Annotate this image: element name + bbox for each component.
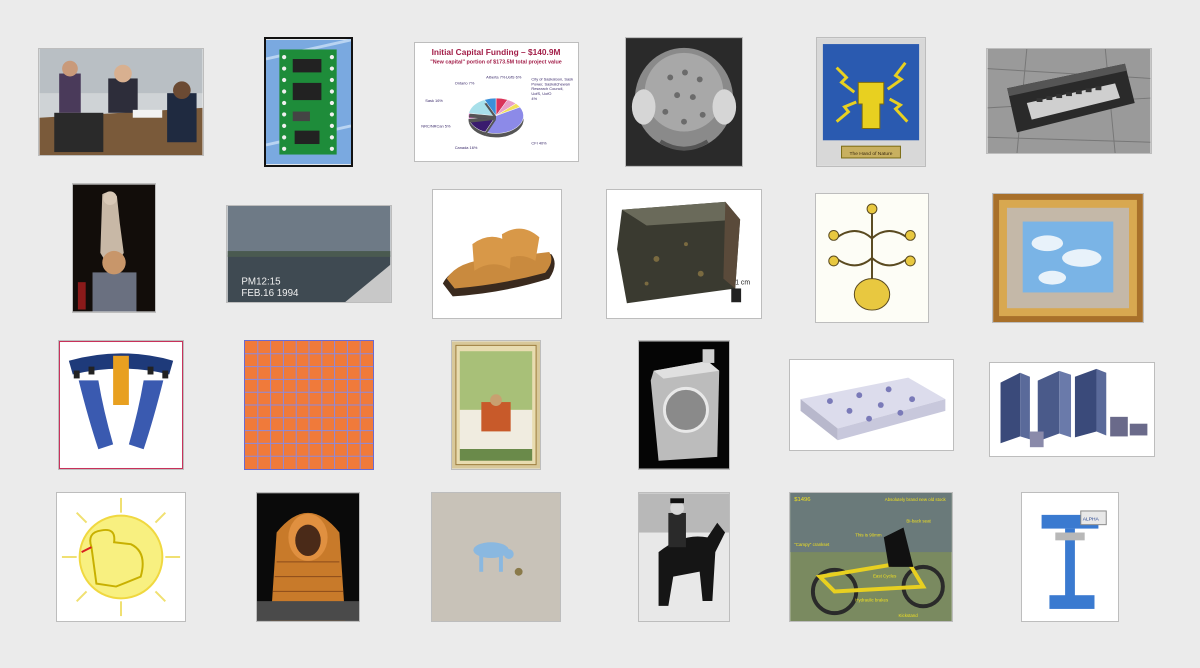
thumb-server-racks[interactable] <box>989 362 1155 457</box>
statue-man-image <box>73 184 155 312</box>
boat-video-image: PM12:15 FEB.16 1994 <box>227 206 391 302</box>
thumb-indian-miniature[interactable] <box>451 340 541 470</box>
thumb-rock-sample[interactable]: 1 cm <box>606 189 762 319</box>
thumb-alchemical-symbol[interactable] <box>815 193 929 323</box>
fist-plaque-image: The Hand of Nature <box>817 38 925 166</box>
plaque-caption: The Hand of Nature <box>850 151 893 157</box>
thumb-horse-rider[interactable] <box>638 492 730 622</box>
thumb-boat-video-still[interactable]: PM12:15 FEB.16 1994 <box>226 205 392 303</box>
thumb-recumbent-bike[interactable]: $1496 Absolutely brand new old stock Bi-… <box>789 492 953 622</box>
thumb-sun-drawing[interactable] <box>56 492 186 622</box>
bike-note-1: Absolutely brand new old stock <box>885 497 947 502</box>
sandal-image <box>433 190 561 318</box>
thumb-leather-sandal[interactable] <box>432 189 562 319</box>
recumbent-bike-image: $1496 Absolutely brand new old stock Bi-… <box>790 493 952 621</box>
bike-note-4: This is 90mm <box>855 532 882 537</box>
thumb-blue-figurine[interactable] <box>431 492 561 622</box>
stringer-machine-image: ALPHA <box>1022 493 1118 621</box>
miniature-painting-image <box>452 341 540 469</box>
horse-rider-image <box>639 493 729 621</box>
alchemical-symbol-image <box>816 194 928 322</box>
blue-figurine-image <box>432 493 560 621</box>
pie-slices <box>468 97 524 138</box>
thumb-funding-pie-chart[interactable]: Initial Capital Funding – $140.9M "New c… <box>414 42 579 162</box>
label-cfi: CFI 40% <box>531 140 547 145</box>
label-uofs: UofS 6% <box>506 74 522 79</box>
mattress-image <box>790 360 953 450</box>
thumb-insect-head-micrograph[interactable] <box>625 37 743 167</box>
video-time: PM12:15 <box>241 276 281 287</box>
thumb-vintage-computer[interactable] <box>986 48 1152 154</box>
thumb-framed-sky[interactable] <box>992 193 1144 323</box>
bike-note-3: "Campy" crankset <box>794 542 830 547</box>
thumb-astronaut-portrait[interactable] <box>256 492 360 622</box>
label-nrc: NRC/NRCan 5% <box>421 124 451 129</box>
label-canada: Canada 16% <box>455 145 478 150</box>
stringer-brand: ALPHA <box>1083 517 1100 523</box>
thumb-circuit-board[interactable] <box>264 37 353 167</box>
bike-note-6: Hydraulic brakes <box>855 597 889 602</box>
label-city-5: 4% <box>531 96 537 101</box>
thumb-racquet-stringer[interactable]: ALPHA <box>1021 492 1119 622</box>
server-racks-image <box>990 363 1154 456</box>
insect-head-image <box>626 38 742 166</box>
scale-label: 1 cm <box>735 280 750 287</box>
label-alberta: Alberta 7% <box>486 74 506 79</box>
bike-note-7: Kickstand <box>899 613 919 618</box>
circuit-board-image <box>266 39 351 165</box>
sun-drawing-image <box>57 493 185 621</box>
astronaut-image <box>257 493 359 621</box>
meeting-photo-image <box>39 49 203 155</box>
harness-image <box>59 341 183 469</box>
bike-price: $1496 <box>794 497 811 503</box>
chart-subtitle: "New capital" portion of $173.5M total p… <box>430 60 562 66</box>
washing-machine-image <box>639 341 729 469</box>
label-sask: Sask 16% <box>425 98 443 103</box>
framed-sky-image <box>993 194 1143 322</box>
thumb-meeting-photo[interactable] <box>38 48 204 156</box>
vintage-computer-image <box>987 49 1151 153</box>
thumb-fist-plaque[interactable]: The Hand of Nature <box>816 37 926 167</box>
thumb-mattress[interactable] <box>789 359 954 451</box>
label-ontario: Ontario 7% <box>455 80 475 85</box>
funding-pie-chart: Initial Capital Funding – $140.9M "New c… <box>421 47 573 150</box>
thumb-climbing-harness[interactable] <box>58 340 184 470</box>
thumb-orange-grid[interactable] <box>244 340 374 470</box>
bike-note-2: Bi-back seat <box>906 519 931 524</box>
chart-title: Initial Capital Funding – $140.9M <box>432 47 561 57</box>
thumb-washing-machine-xray[interactable] <box>638 340 730 470</box>
video-date: FEB.16 1994 <box>241 288 299 299</box>
thumb-statue-and-man[interactable] <box>72 183 156 313</box>
orange-grid-image <box>245 341 373 469</box>
rock-image: 1 cm <box>607 190 761 318</box>
bike-note-5: East Cycles <box>873 574 897 579</box>
